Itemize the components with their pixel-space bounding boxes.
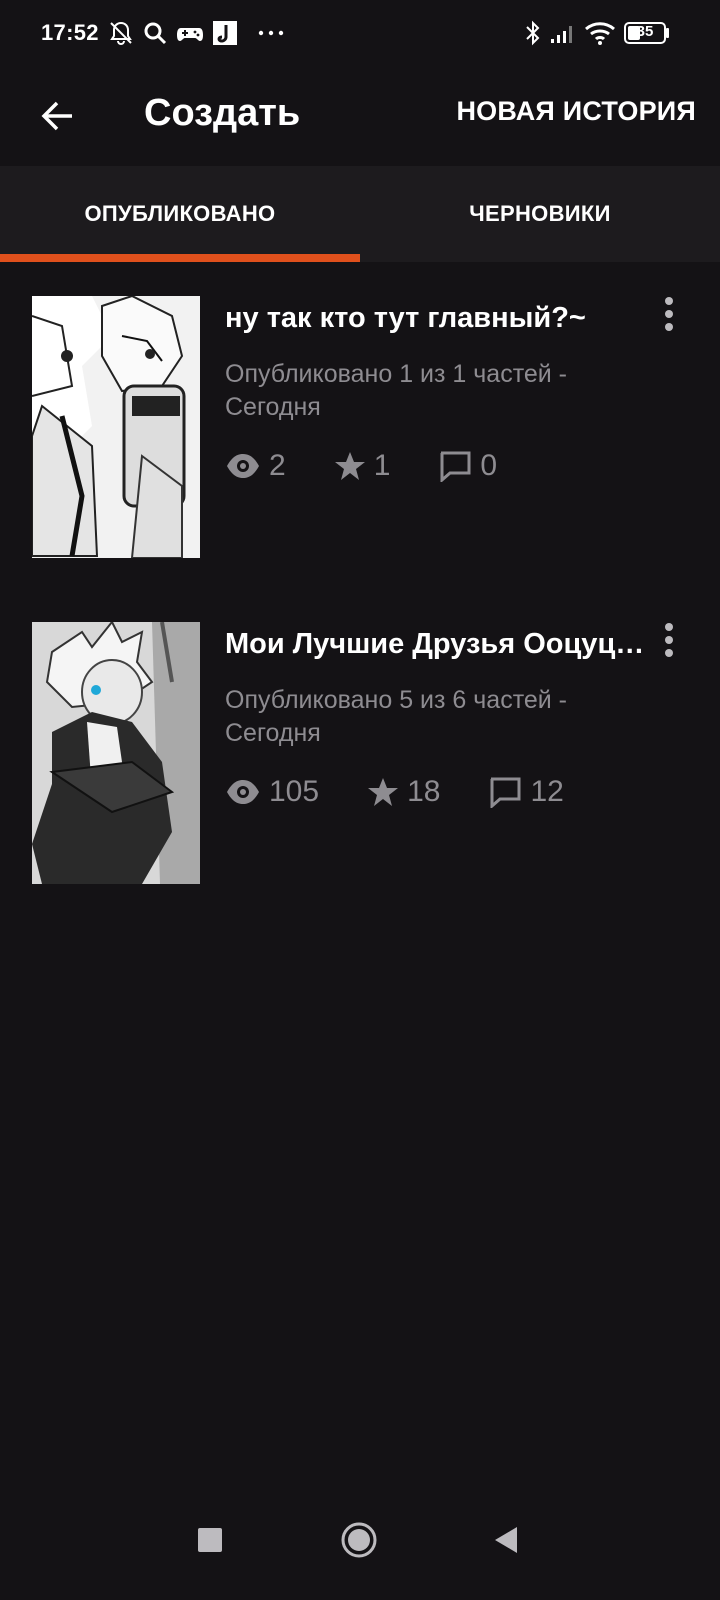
circle-home-icon — [341, 1522, 377, 1558]
app-bar: Создать НОВАЯ ИСТОРИЯ — [0, 70, 720, 166]
status-time: 17:52 — [41, 20, 99, 45]
back-nav-button[interactable] — [476, 1510, 536, 1570]
comments-stat: 12 — [488, 775, 564, 809]
more-dot — [665, 310, 673, 318]
views-count: 105 — [269, 775, 320, 808]
arrow-left-icon — [41, 101, 72, 131]
square-recents-icon — [198, 1528, 222, 1552]
comments-stat: 0 — [438, 449, 497, 483]
story-cover-image[interactable] — [32, 622, 200, 884]
story-meta: Опубликовано 1 из 1 частей - Сегодня — [225, 360, 568, 421]
tab-published-label: ОПУБЛИКОВАНО — [84, 201, 276, 226]
story-title[interactable]: ну так кто тут главный?~ — [225, 302, 645, 335]
story-card[interactable]: ну так кто тут главный?~ Опубликовано 1 … — [32, 296, 712, 558]
recents-button[interactable] — [180, 1510, 240, 1570]
system-nav-bar — [0, 1490, 720, 1600]
more-dot — [665, 623, 673, 631]
more-dot — [665, 297, 673, 305]
tab-published[interactable]: ОПУБЛИКОВАНО — [0, 166, 360, 262]
story-title[interactable]: Мои Лучшие Друзья Ооцуцуки — [225, 628, 645, 661]
more-dot — [665, 636, 673, 644]
back-button[interactable] — [30, 88, 86, 144]
votes-stat: 18 — [367, 775, 440, 809]
signal-icon — [551, 26, 572, 43]
star-icon — [368, 778, 399, 806]
votes-count: 18 — [407, 775, 441, 808]
comments-count: 0 — [480, 449, 498, 482]
search-icon — [144, 22, 167, 45]
bell-off-icon — [110, 21, 132, 46]
story-menu-button[interactable] — [654, 294, 684, 334]
battery-icon: 35 — [624, 22, 669, 44]
tab-indicator — [0, 254, 360, 262]
story-cover-image[interactable] — [32, 296, 200, 558]
story-menu-button[interactable] — [654, 620, 684, 660]
views-stat: 2 — [225, 449, 286, 483]
tab-drafts[interactable]: ЧЕРНОВИКИ — [360, 166, 720, 262]
views-count: 2 — [269, 449, 286, 482]
story-meta: Опубликовано 5 из 6 частей - Сегодня — [225, 686, 568, 747]
status-bar: 17:52 35 — [0, 0, 720, 70]
votes-stat: 1 — [334, 449, 391, 483]
comment-icon — [490, 777, 521, 808]
more-dots-icon — [258, 30, 284, 36]
gamepad-icon — [177, 28, 203, 41]
story-stats: 2 1 0 — [225, 446, 545, 486]
wifi-icon — [585, 22, 615, 45]
story-card[interactable]: Мои Лучшие Друзья Ооцуцуки Опубликовано … — [32, 622, 712, 884]
more-dot — [665, 649, 673, 657]
comments-count: 12 — [530, 775, 564, 808]
more-dot — [665, 323, 673, 331]
page-title: Создать — [144, 92, 301, 134]
eye-icon — [227, 454, 259, 478]
views-stat: 105 — [225, 775, 319, 809]
votes-count: 1 — [373, 449, 391, 482]
tab-drafts-label: ЧЕРНОВИКИ — [469, 201, 611, 226]
story-stats: 105 18 12 — [225, 772, 612, 812]
new-story-button[interactable]: НОВАЯ ИСТОРИЯ — [456, 96, 696, 127]
tab-bar: ОПУБЛИКОВАНО ЧЕРНОВИКИ — [0, 166, 720, 262]
eye-icon — [227, 780, 259, 804]
triangle-back-icon — [495, 1527, 517, 1553]
star-icon — [334, 452, 365, 480]
home-button[interactable] — [329, 1510, 389, 1570]
bluetooth-icon — [526, 20, 540, 46]
music-app-icon — [213, 21, 237, 45]
comment-icon — [440, 451, 471, 482]
battery-level: 35 — [636, 23, 654, 40]
